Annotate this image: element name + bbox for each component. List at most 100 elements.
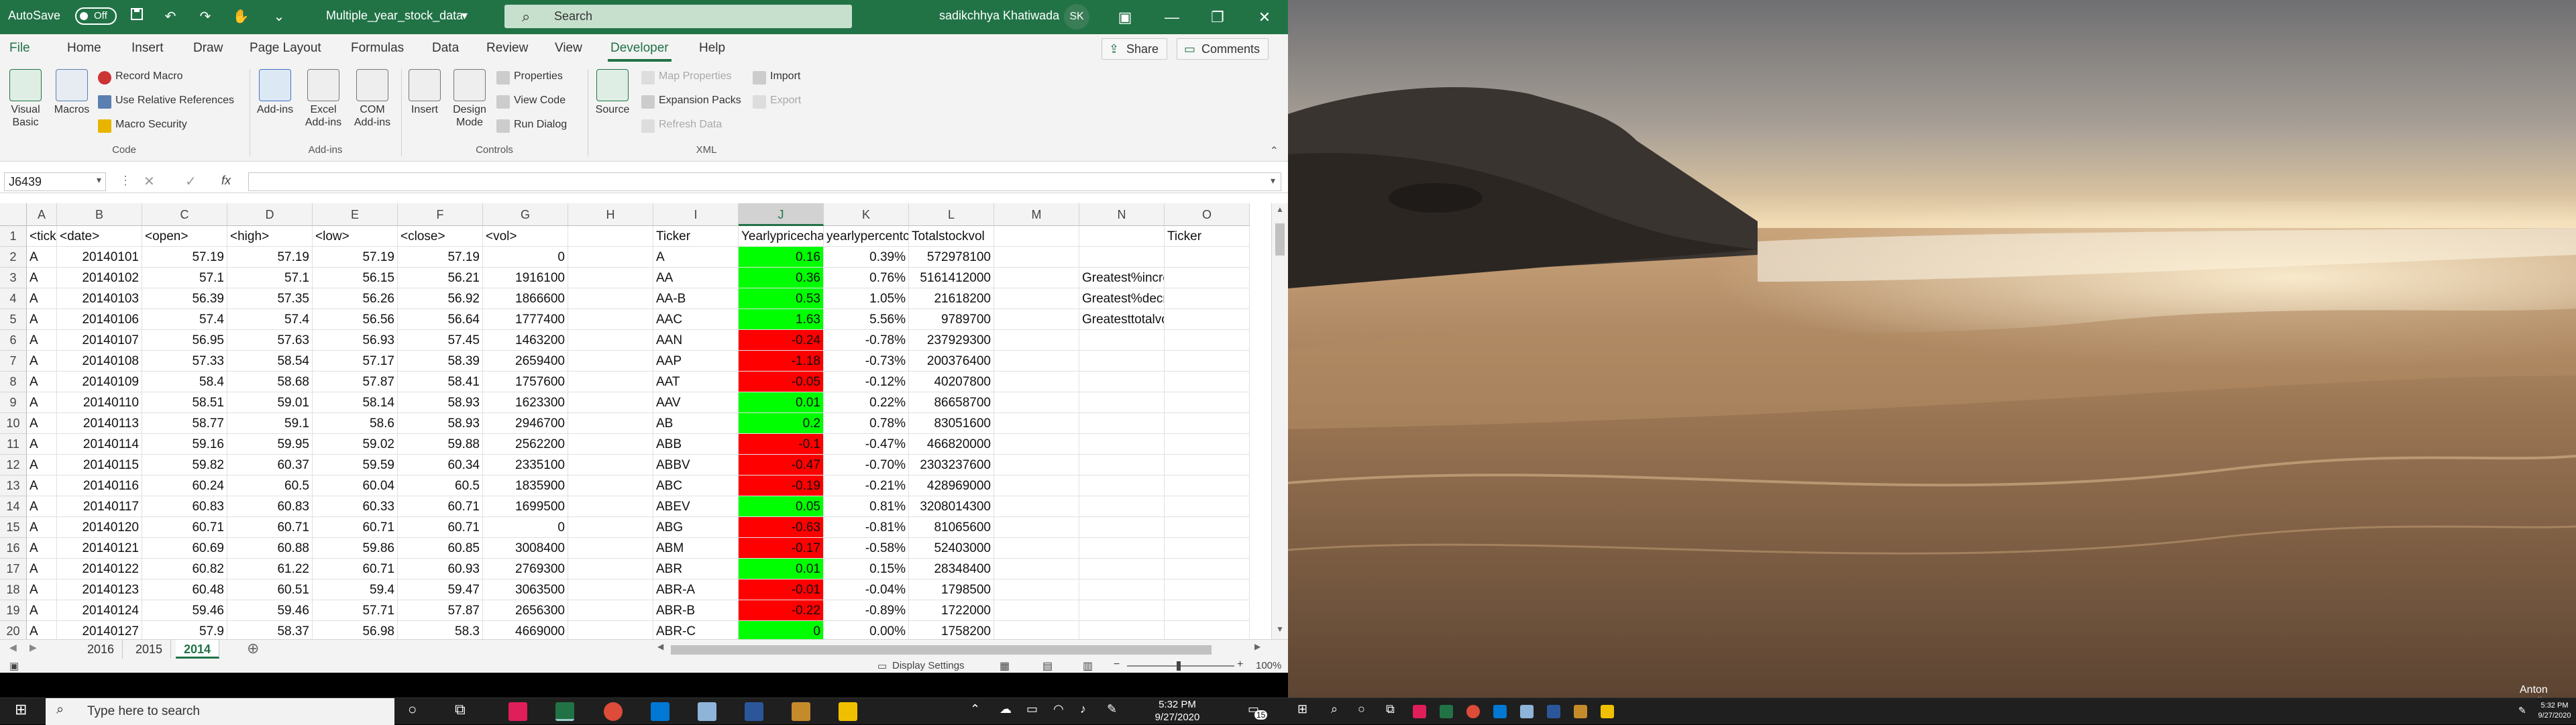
cell-j4[interactable]: 0.53 bbox=[739, 288, 824, 309]
cell-o10[interactable] bbox=[1165, 413, 1250, 434]
cell-b18[interactable]: 20140123 bbox=[57, 579, 142, 600]
cell-j14[interactable]: 0.05 bbox=[739, 496, 824, 517]
scroll-up-icon[interactable]: ▲ bbox=[1276, 205, 1284, 214]
cell-k8[interactable]: -0.12% bbox=[824, 372, 909, 392]
save-icon[interactable] bbox=[127, 7, 146, 26]
cell-i6[interactable]: AAN bbox=[653, 330, 739, 351]
cell-g14[interactable]: 1699500 bbox=[483, 496, 568, 517]
cancel-icon[interactable]: ✕ bbox=[144, 173, 155, 190]
cell-d4[interactable]: 57.35 bbox=[227, 288, 313, 309]
column-header-k[interactable]: K bbox=[824, 203, 909, 226]
cell-d6[interactable]: 57.63 bbox=[227, 330, 313, 351]
cell-h10[interactable] bbox=[568, 413, 653, 434]
cell-f14[interactable]: 60.71 bbox=[398, 496, 483, 517]
cell-a5[interactable]: A bbox=[27, 309, 57, 330]
row-header[interactable]: 6 bbox=[0, 330, 27, 351]
start-icon[interactable]: ⊞ bbox=[15, 701, 27, 718]
cell-a7[interactable]: A bbox=[27, 351, 57, 372]
cell-i13[interactable]: ABC bbox=[653, 476, 739, 496]
cell-c11[interactable]: 59.16 bbox=[142, 434, 227, 455]
scroll-down-icon[interactable]: ▼ bbox=[1276, 624, 1284, 634]
cell-m8[interactable] bbox=[994, 372, 1079, 392]
cell-g10[interactable]: 2946700 bbox=[483, 413, 568, 434]
row-header[interactable]: 8 bbox=[0, 372, 27, 392]
cell-n9[interactable] bbox=[1079, 392, 1165, 413]
cell-b2[interactable]: 20140101 bbox=[57, 247, 142, 268]
cell-k2[interactable]: 0.39% bbox=[824, 247, 909, 268]
cell-c13[interactable]: 60.24 bbox=[142, 476, 227, 496]
cell-o18[interactable] bbox=[1165, 579, 1250, 600]
cell-b16[interactable]: 20140121 bbox=[57, 538, 142, 559]
task-view-icon[interactable]: ⧉ bbox=[455, 701, 466, 718]
pen-icon[interactable]: ✎ bbox=[1107, 702, 1117, 716]
avatar[interactable]: SK bbox=[1064, 4, 1089, 30]
cell-m15[interactable] bbox=[994, 517, 1079, 538]
cell-l10[interactable]: 83051600 bbox=[909, 413, 994, 434]
cell-a2[interactable]: A bbox=[27, 247, 57, 268]
cell-f10[interactable]: 58.93 bbox=[398, 413, 483, 434]
cell-k16[interactable]: -0.58% bbox=[824, 538, 909, 559]
zoom-in-icon[interactable]: + bbox=[1237, 659, 1243, 671]
cell-m3[interactable] bbox=[994, 268, 1079, 288]
row-header[interactable]: 9 bbox=[0, 392, 27, 413]
cell-c9[interactable]: 58.51 bbox=[142, 392, 227, 413]
cell-o14[interactable] bbox=[1165, 496, 1250, 517]
wifi-icon[interactable]: ◠ bbox=[1053, 702, 1064, 716]
expansion-packs-button[interactable]: Expansion Packs bbox=[641, 95, 741, 109]
macros-button[interactable]: Macros bbox=[51, 69, 93, 116]
tab-data[interactable]: Data bbox=[432, 41, 459, 56]
cell-m11[interactable] bbox=[994, 434, 1079, 455]
redo-icon[interactable]: ↷ bbox=[196, 7, 215, 26]
cell-l1[interactable]: Totalstockvol bbox=[909, 226, 994, 247]
cell-n3[interactable]: Greatest%increase bbox=[1079, 268, 1165, 288]
cell-i8[interactable]: AAT bbox=[653, 372, 739, 392]
tab-formulas[interactable]: Formulas bbox=[351, 41, 404, 56]
app-icon[interactable] bbox=[698, 702, 716, 721]
cell-o13[interactable] bbox=[1165, 476, 1250, 496]
scroll-thumb[interactable] bbox=[1275, 223, 1285, 256]
cell-n11[interactable] bbox=[1079, 434, 1165, 455]
cell-h20[interactable] bbox=[568, 621, 653, 639]
enter-icon[interactable]: ✓ bbox=[185, 173, 197, 190]
worksheet-grid[interactable]: ABCDEFGHIJKLMNO 1<ticker><date><open><hi… bbox=[0, 203, 1271, 639]
cell-i15[interactable]: ABG bbox=[653, 517, 739, 538]
cell-l9[interactable]: 86658700 bbox=[909, 392, 994, 413]
tab-page-layout[interactable]: Page Layout bbox=[250, 41, 321, 56]
cell-b12[interactable]: 20140115 bbox=[57, 455, 142, 476]
cell-a20[interactable]: A bbox=[27, 621, 57, 639]
cell-b4[interactable]: 20140103 bbox=[57, 288, 142, 309]
cell-n13[interactable] bbox=[1079, 476, 1165, 496]
name-box[interactable]: J6439 bbox=[4, 172, 106, 191]
autosave-toggle[interactable]: Off bbox=[75, 7, 117, 25]
ribbon-display-icon[interactable]: ▣ bbox=[1102, 0, 1148, 34]
cell-d9[interactable]: 59.01 bbox=[227, 392, 313, 413]
cell-j9[interactable]: 0.01 bbox=[739, 392, 824, 413]
cell-c10[interactable]: 58.77 bbox=[142, 413, 227, 434]
column-header-j[interactable]: J bbox=[739, 203, 824, 226]
cell-d18[interactable]: 60.51 bbox=[227, 579, 313, 600]
chrome-icon-2[interactable] bbox=[1466, 705, 1480, 718]
cell-h4[interactable] bbox=[568, 288, 653, 309]
cell-g20[interactable]: 4669000 bbox=[483, 621, 568, 639]
cell-f4[interactable]: 56.92 bbox=[398, 288, 483, 309]
cell-i11[interactable]: ABB bbox=[653, 434, 739, 455]
import-button[interactable]: Import bbox=[753, 70, 800, 85]
column-header-e[interactable]: E bbox=[313, 203, 398, 226]
cell-g17[interactable]: 2769300 bbox=[483, 559, 568, 579]
cell-e12[interactable]: 59.59 bbox=[313, 455, 398, 476]
cell-j10[interactable]: 0.2 bbox=[739, 413, 824, 434]
cell-a11[interactable]: A bbox=[27, 434, 57, 455]
cell-l15[interactable]: 81065600 bbox=[909, 517, 994, 538]
cell-f7[interactable]: 58.39 bbox=[398, 351, 483, 372]
insert-control-button[interactable]: Insert bbox=[407, 69, 443, 116]
cell-e8[interactable]: 57.87 bbox=[313, 372, 398, 392]
user-name[interactable]: sadikchhya Khatiwada bbox=[939, 9, 1059, 23]
cell-b20[interactable]: 20140127 bbox=[57, 621, 142, 639]
cell-f13[interactable]: 60.5 bbox=[398, 476, 483, 496]
cell-o16[interactable] bbox=[1165, 538, 1250, 559]
cell-o2[interactable] bbox=[1165, 247, 1250, 268]
column-header-f[interactable]: F bbox=[398, 203, 483, 226]
cell-k3[interactable]: 0.76% bbox=[824, 268, 909, 288]
cell-b6[interactable]: 20140107 bbox=[57, 330, 142, 351]
cell-j1[interactable]: Yearlypricechange bbox=[739, 226, 824, 247]
